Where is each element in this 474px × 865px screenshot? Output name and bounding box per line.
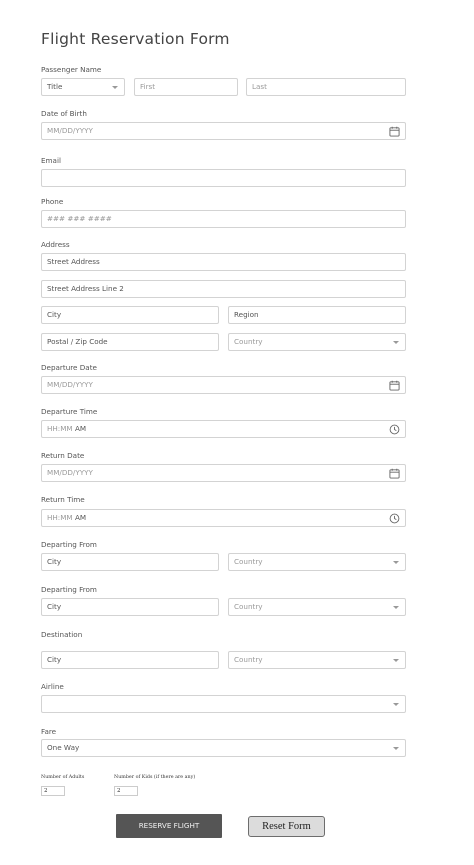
- chevron-down-icon: [393, 747, 399, 750]
- departing-from-city-placeholder: City: [47, 557, 62, 566]
- first-name-input[interactable]: First: [134, 78, 238, 96]
- chevron-down-icon: [393, 703, 399, 706]
- street-address-placeholder: Street Address: [47, 257, 100, 266]
- departure-time-input[interactable]: HH:MM AM: [41, 420, 406, 438]
- dob-placeholder: MM/DD/YYYY: [47, 126, 93, 135]
- dob-label: Date of Birth: [41, 109, 87, 118]
- calendar-icon[interactable]: [389, 126, 400, 137]
- title-select[interactable]: Title: [41, 78, 125, 96]
- address-city-placeholder: City: [47, 310, 62, 319]
- adults-input[interactable]: 2: [41, 786, 65, 796]
- address-country-value: Country: [234, 337, 263, 346]
- form-title: Flight Reservation Form: [41, 30, 230, 48]
- return-time-ampm[interactable]: AM: [75, 513, 86, 522]
- departure-date-label: Departure Date: [41, 363, 97, 372]
- email-label: Email: [41, 156, 61, 165]
- departing-from-country-select[interactable]: Country: [228, 553, 406, 571]
- chevron-down-icon: [393, 341, 399, 344]
- fare-label: Fare: [41, 727, 57, 736]
- postal-code-placeholder: Postal / Zip Code: [47, 337, 108, 346]
- chevron-down-icon: [393, 659, 399, 662]
- dob-input[interactable]: MM/DD/YYYY: [41, 122, 406, 140]
- departing-from-2-city-placeholder: City: [47, 602, 62, 611]
- destination-label: Destination: [41, 630, 83, 639]
- region-placeholder: Region: [234, 310, 259, 319]
- chevron-down-icon: [112, 86, 118, 89]
- adults-label: Number of Adults: [41, 775, 85, 780]
- phone-label: Phone: [41, 197, 64, 206]
- departing-from-2-city-input[interactable]: City: [41, 598, 219, 616]
- kids-label: Number of Kids (if there are any): [114, 775, 196, 780]
- return-time-input[interactable]: HH:MM AM: [41, 509, 406, 527]
- reset-form-button[interactable]: Reset Form: [248, 816, 325, 837]
- reserve-flight-button[interactable]: RESERVE FLIGHT: [116, 814, 222, 838]
- address-city-input[interactable]: City: [41, 306, 219, 324]
- clock-icon[interactable]: [389, 513, 400, 524]
- departing-from-2-country-select[interactable]: Country: [228, 598, 406, 616]
- fare-value: One Way: [47, 743, 80, 752]
- title-select-value: Title: [47, 82, 63, 91]
- destination-city-input[interactable]: City: [41, 651, 219, 669]
- calendar-icon[interactable]: [389, 380, 400, 391]
- phone-input[interactable]: ### ### ####: [41, 210, 406, 228]
- calendar-icon[interactable]: [389, 468, 400, 479]
- return-date-label: Return Date: [41, 451, 85, 460]
- passenger-name-label: Passenger Name: [41, 65, 102, 74]
- departing-from-city-input[interactable]: City: [41, 553, 219, 571]
- departing-from-country-value: Country: [234, 557, 263, 566]
- clock-icon[interactable]: [389, 424, 400, 435]
- kids-input[interactable]: 2: [114, 786, 138, 796]
- email-input[interactable]: [41, 169, 406, 187]
- departure-date-placeholder: MM/DD/YYYY: [47, 380, 93, 389]
- departing-from-2-label: Departing From: [41, 585, 97, 594]
- destination-country-select[interactable]: Country: [228, 651, 406, 669]
- last-name-input[interactable]: Last: [246, 78, 406, 96]
- first-name-placeholder: First: [140, 82, 156, 91]
- last-name-placeholder: Last: [252, 82, 267, 91]
- return-date-input[interactable]: MM/DD/YYYY: [41, 464, 406, 482]
- departure-time-ampm[interactable]: AM: [75, 424, 86, 433]
- postal-code-input[interactable]: Postal / Zip Code: [41, 333, 219, 351]
- phone-placeholder: ### ### ####: [47, 214, 112, 223]
- kids-value: 2: [117, 788, 121, 794]
- region-input[interactable]: Region: [228, 306, 406, 324]
- street-address-2-input[interactable]: Street Address Line 2: [41, 280, 406, 298]
- departing-from-label: Departing From: [41, 540, 97, 549]
- street-address-2-placeholder: Street Address Line 2: [47, 284, 124, 293]
- departure-time-placeholder: HH:MM: [47, 424, 73, 433]
- return-time-label: Return Time: [41, 495, 85, 504]
- chevron-down-icon: [393, 561, 399, 564]
- address-country-select[interactable]: Country: [228, 333, 406, 351]
- departure-date-input[interactable]: MM/DD/YYYY: [41, 376, 406, 394]
- fare-select[interactable]: One Way: [41, 739, 406, 757]
- adults-value: 2: [44, 788, 48, 794]
- address-label: Address: [41, 240, 70, 249]
- chevron-down-icon: [393, 606, 399, 609]
- return-time-placeholder: HH:MM: [47, 513, 73, 522]
- airline-select[interactable]: [41, 695, 406, 713]
- departing-from-2-country-value: Country: [234, 602, 263, 611]
- destination-city-placeholder: City: [47, 655, 62, 664]
- destination-country-value: Country: [234, 655, 263, 664]
- street-address-input[interactable]: Street Address: [41, 253, 406, 271]
- airline-label: Airline: [41, 682, 64, 691]
- departure-time-label: Departure Time: [41, 407, 98, 416]
- return-date-placeholder: MM/DD/YYYY: [47, 468, 93, 477]
